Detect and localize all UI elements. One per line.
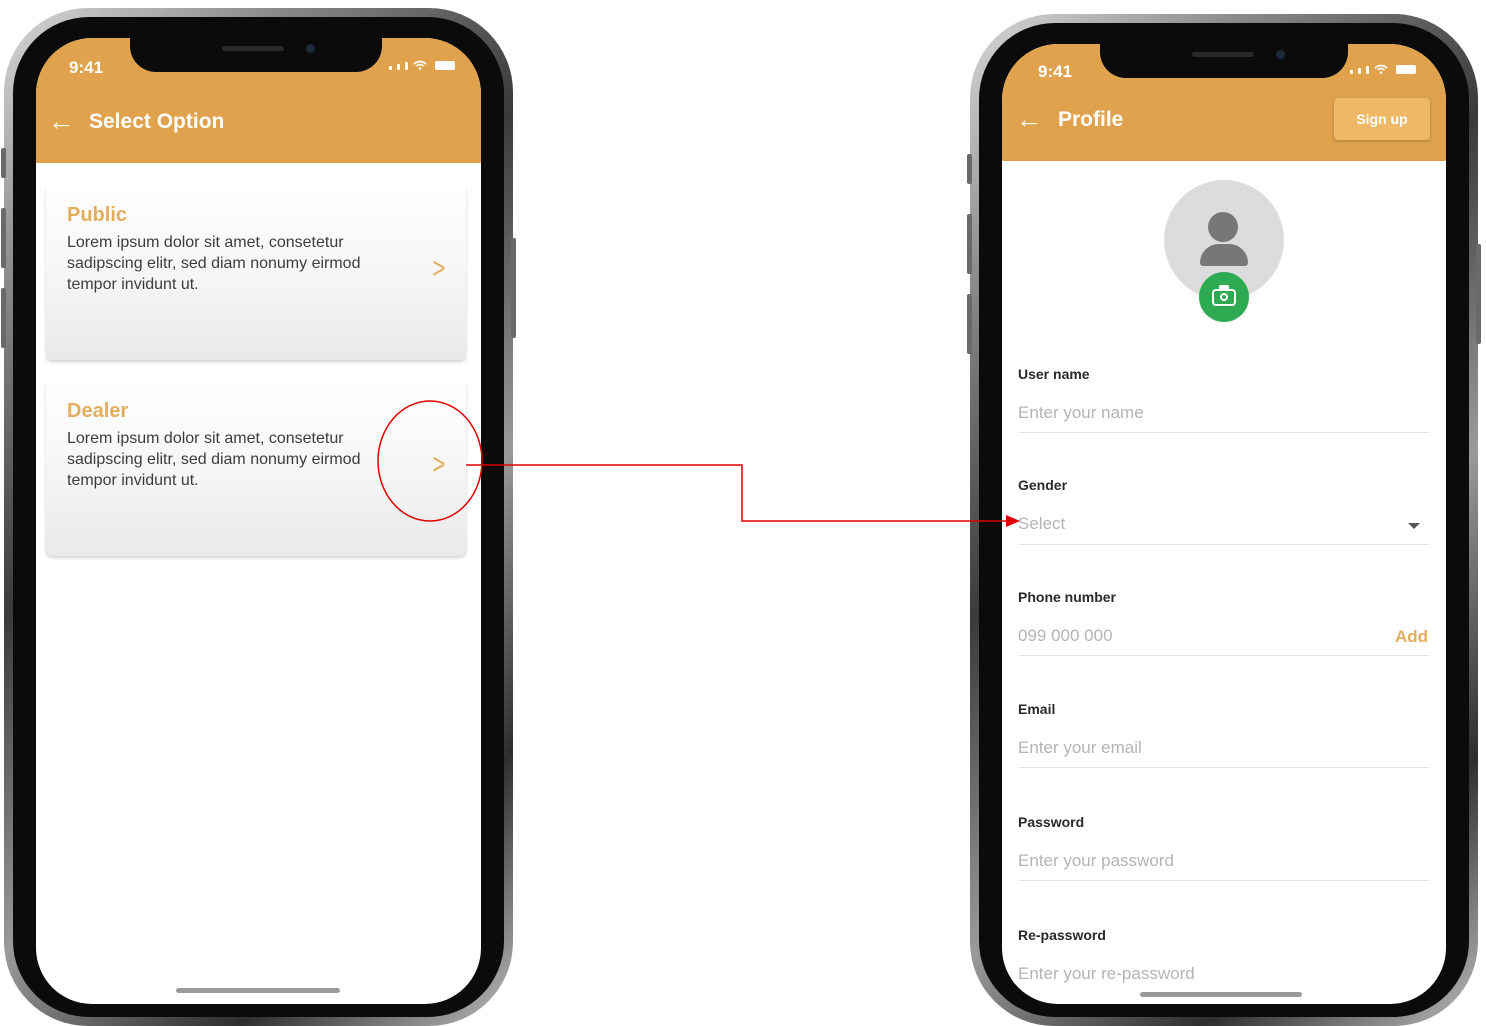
annotation-overlay (377, 400, 1020, 527)
connector-arrow (466, 464, 1010, 522)
arrowhead-icon (1006, 515, 1020, 527)
highlight-circle (377, 400, 483, 522)
